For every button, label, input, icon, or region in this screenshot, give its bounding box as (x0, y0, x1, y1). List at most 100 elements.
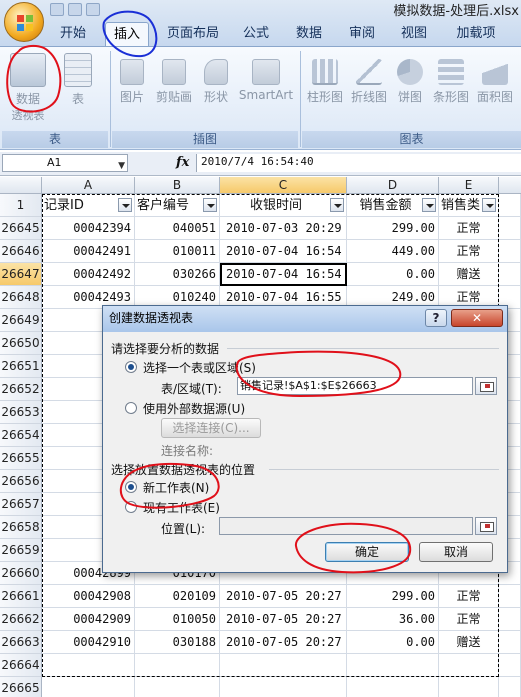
cell[interactable] (499, 677, 521, 697)
row-header[interactable]: 26657 (0, 493, 42, 516)
close-button[interactable]: ✕ (451, 309, 503, 327)
cell-amount[interactable]: 449.00 (347, 240, 439, 263)
radio-select-range[interactable] (125, 361, 137, 373)
cell[interactable] (499, 608, 521, 631)
row-header[interactable]: 26650 (0, 332, 42, 355)
header-cell-amount[interactable]: 销售金额 (347, 194, 439, 217)
cell-customer-id[interactable]: 010011 (135, 240, 220, 263)
ok-button[interactable]: 确定 (325, 542, 409, 562)
range-collapse-icon[interactable] (475, 377, 497, 395)
cell[interactable] (499, 194, 521, 217)
cell-record-id[interactable]: 00042491 (42, 240, 135, 263)
cell[interactable] (499, 217, 521, 240)
row-header[interactable]: 26651 (0, 355, 42, 378)
tab-review[interactable]: 审阅 (342, 22, 382, 46)
line-chart-button[interactable]: 折线图 (348, 59, 390, 105)
filter-dropdown-icon[interactable] (203, 198, 217, 212)
cell-customer-id[interactable]: 020109 (135, 585, 220, 608)
column-header-b[interactable]: B (135, 177, 220, 194)
row-header[interactable]: 26658 (0, 516, 42, 539)
tab-formulas[interactable]: 公式 (236, 22, 276, 46)
row-header[interactable]: 26656 (0, 470, 42, 493)
row-header[interactable]: 26647 (0, 263, 42, 286)
cell-amount[interactable]: 36.00 (347, 608, 439, 631)
cell-record-id[interactable]: 00042492 (42, 263, 135, 286)
tab-page-layout[interactable]: 页面布局 (160, 22, 226, 46)
table-button[interactable]: 表 (60, 53, 96, 107)
radio-new-worksheet[interactable] (125, 481, 137, 493)
area-chart-button[interactable]: 面积图 (474, 59, 516, 105)
row-header[interactable]: 26649 (0, 309, 42, 332)
clipart-button[interactable]: 剪贴画 (152, 59, 196, 105)
row-header[interactable]: 26646 (0, 240, 42, 263)
cell-amount[interactable] (347, 677, 439, 697)
cell-type[interactable]: 正常 (439, 608, 499, 631)
radio-existing-worksheet[interactable] (125, 501, 137, 513)
cell-record-id[interactable]: 00042908 (42, 585, 135, 608)
row-header[interactable]: 26655 (0, 447, 42, 470)
header-cell-record-id[interactable]: 记录ID (42, 194, 135, 217)
formula-input[interactable]: 2010/7/4 16:54:40 (196, 154, 521, 172)
cell-amount[interactable]: 299.00 (347, 217, 439, 240)
row-header[interactable]: 26652 (0, 378, 42, 401)
choose-connection-button[interactable]: 选择连接(C)... (161, 418, 261, 438)
cell-type[interactable]: 正常 (439, 585, 499, 608)
tab-insert[interactable]: 插入 (105, 22, 149, 46)
picture-button[interactable]: 图片 (114, 59, 150, 105)
cell-amount[interactable]: 0.00 (347, 631, 439, 654)
location-input[interactable] (219, 517, 473, 535)
cell-type[interactable] (439, 677, 499, 697)
row-header[interactable]: 26661 (0, 585, 42, 608)
cell-time[interactable]: 2010-07-05 20:27 (220, 608, 347, 631)
column-header-a[interactable]: A (42, 177, 135, 194)
row-header[interactable]: 26660 (0, 562, 42, 585)
cell-customer-id[interactable]: 010050 (135, 608, 220, 631)
row-header[interactable]: 26663 (0, 631, 42, 654)
row-header[interactable]: 26653 (0, 401, 42, 424)
row-header[interactable]: 26645 (0, 217, 42, 240)
header-cell-customer-id[interactable]: 客户编号 (135, 194, 220, 217)
row-header[interactable]: 26659 (0, 539, 42, 562)
cell-record-id[interactable] (42, 677, 135, 697)
filter-dropdown-icon[interactable] (482, 198, 496, 212)
column-chart-button[interactable]: 柱形图 (304, 59, 346, 105)
row-header[interactable]: 1 (0, 194, 42, 217)
office-button[interactable] (4, 2, 44, 42)
filter-dropdown-icon[interactable] (118, 198, 132, 212)
filter-dropdown-icon[interactable] (330, 198, 344, 212)
cell-customer-id[interactable]: 030188 (135, 631, 220, 654)
row-header[interactable]: 26648 (0, 286, 42, 309)
cell[interactable] (499, 654, 521, 677)
name-box[interactable]: A1 ▼ (2, 154, 128, 172)
insert-function-icon[interactable]: fx (176, 155, 189, 170)
cell-amount[interactable]: 0.00 (347, 263, 439, 286)
bar-chart-button[interactable]: 条形图 (430, 59, 472, 105)
cell-type[interactable]: 正常 (439, 240, 499, 263)
cell-time[interactable] (220, 654, 347, 677)
range-input[interactable]: 销售记录!$A$1:$E$26663 (237, 377, 473, 395)
cell-customer-id[interactable]: 040051 (135, 217, 220, 240)
cell-type[interactable] (439, 654, 499, 677)
cell-customer-id[interactable] (135, 677, 220, 697)
row-header[interactable]: 26664 (0, 654, 42, 677)
cell-type[interactable]: 赠送 (439, 631, 499, 654)
row-header[interactable]: 26662 (0, 608, 42, 631)
tab-home[interactable]: 开始 (52, 22, 94, 46)
pie-chart-button[interactable]: 饼图 (392, 59, 428, 105)
column-header-c[interactable]: C (220, 177, 347, 194)
save-icon[interactable] (50, 3, 64, 16)
cell-time[interactable] (220, 677, 347, 697)
cell[interactable] (499, 585, 521, 608)
location-collapse-icon[interactable] (475, 517, 497, 535)
help-button[interactable]: ? (425, 309, 447, 327)
column-header-e[interactable]: E (439, 177, 499, 194)
cell-customer-id[interactable]: 030266 (135, 263, 220, 286)
cell-time[interactable]: 2010-07-05 20:27 (220, 585, 347, 608)
cell-time[interactable]: 2010-07-03 20:29 (220, 217, 347, 240)
cell[interactable] (499, 631, 521, 654)
row-header[interactable]: 26654 (0, 424, 42, 447)
header-cell-time[interactable]: 收银时间 (220, 194, 347, 217)
chevron-down-icon[interactable]: ▼ (118, 158, 125, 174)
redo-icon[interactable] (86, 3, 100, 16)
tab-view[interactable]: 视图 (394, 22, 434, 46)
